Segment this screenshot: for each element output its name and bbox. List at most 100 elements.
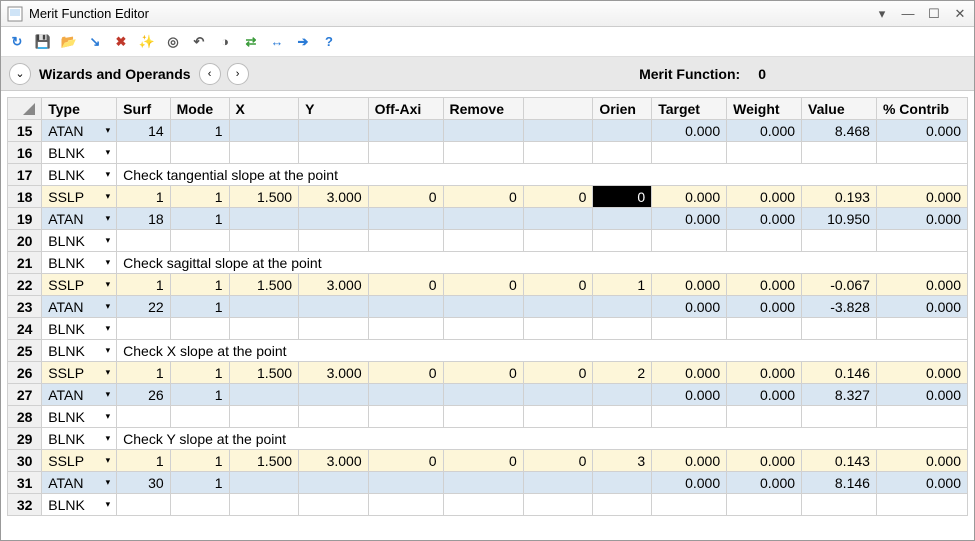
cell[interactable] xyxy=(443,472,523,494)
type-cell[interactable]: BLNK▾ xyxy=(42,494,117,516)
cell[interactable]: 2 xyxy=(593,362,652,384)
type-cell[interactable]: BLNK▾ xyxy=(42,340,117,362)
back-icon[interactable]: ↶ xyxy=(189,32,209,52)
cell[interactable] xyxy=(299,296,369,318)
chevron-down-icon[interactable]: ▾ xyxy=(106,477,111,488)
cell[interactable] xyxy=(368,494,443,516)
cell[interactable] xyxy=(876,230,967,252)
cell[interactable]: 0.000 xyxy=(727,384,802,406)
row-number[interactable]: 32 xyxy=(8,494,42,516)
cell[interactable]: 0 xyxy=(523,450,593,472)
cell[interactable] xyxy=(443,406,523,428)
cell[interactable]: 0.000 xyxy=(727,274,802,296)
cell[interactable]: 1 xyxy=(593,274,652,296)
cell[interactable] xyxy=(117,142,171,164)
cell[interactable] xyxy=(299,472,369,494)
cell[interactable] xyxy=(299,142,369,164)
cell[interactable]: 1 xyxy=(170,186,229,208)
type-cell[interactable]: SSLP▾ xyxy=(42,450,117,472)
cell[interactable] xyxy=(368,208,443,230)
cell[interactable] xyxy=(229,230,299,252)
chevron-down-icon[interactable]: ▾ xyxy=(106,235,111,246)
cell[interactable] xyxy=(229,406,299,428)
delete-icon[interactable]: ✖ xyxy=(111,32,131,52)
cell[interactable] xyxy=(652,230,727,252)
cell[interactable]: 1.500 xyxy=(229,186,299,208)
column-header[interactable]: Target xyxy=(652,98,727,120)
cell[interactable]: 0.000 xyxy=(876,472,967,494)
cell[interactable] xyxy=(229,208,299,230)
cell[interactable] xyxy=(593,406,652,428)
cell[interactable] xyxy=(593,494,652,516)
cell[interactable]: 1 xyxy=(117,186,171,208)
cell[interactable]: 0 xyxy=(368,362,443,384)
row-number[interactable]: 26 xyxy=(8,362,42,384)
cell[interactable] xyxy=(523,142,593,164)
cell[interactable]: 0.000 xyxy=(652,186,727,208)
cell[interactable] xyxy=(170,230,229,252)
cell[interactable] xyxy=(117,318,171,340)
collapse-button[interactable]: ⌄ xyxy=(9,63,31,85)
row-number[interactable]: 21 xyxy=(8,252,42,274)
cell[interactable] xyxy=(229,296,299,318)
chevron-down-icon[interactable]: ▾ xyxy=(106,433,111,444)
cell[interactable]: 0.000 xyxy=(876,120,967,142)
comment-cell[interactable]: Check sagittal slope at the point xyxy=(117,252,968,274)
cell[interactable]: 0 xyxy=(443,186,523,208)
cell[interactable] xyxy=(170,494,229,516)
cell[interactable] xyxy=(802,494,877,516)
cell[interactable]: 1 xyxy=(117,274,171,296)
cell[interactable] xyxy=(802,318,877,340)
cell[interactable]: 0.000 xyxy=(652,362,727,384)
cell[interactable]: 0 xyxy=(523,274,593,296)
type-cell[interactable]: BLNK▾ xyxy=(42,142,117,164)
cell[interactable]: 1 xyxy=(170,362,229,384)
column-header[interactable]: Orien xyxy=(593,98,652,120)
column-header[interactable]: X xyxy=(229,98,299,120)
cell[interactable] xyxy=(802,142,877,164)
row-number[interactable]: 31 xyxy=(8,472,42,494)
cell[interactable] xyxy=(229,120,299,142)
row-number[interactable]: 16 xyxy=(8,142,42,164)
type-cell[interactable]: SSLP▾ xyxy=(42,274,117,296)
cell[interactable]: 0.000 xyxy=(876,296,967,318)
chevron-down-icon[interactable]: ▾ xyxy=(106,301,111,312)
chevron-down-icon[interactable]: ▾ xyxy=(106,147,111,158)
column-header[interactable]: Y xyxy=(299,98,369,120)
cell[interactable]: 30 xyxy=(117,472,171,494)
cell[interactable]: 18 xyxy=(117,208,171,230)
help-icon[interactable]: ? xyxy=(319,32,339,52)
cell[interactable] xyxy=(117,406,171,428)
cell[interactable] xyxy=(652,318,727,340)
link-icon[interactable]: ↔ xyxy=(267,32,287,52)
row-number[interactable]: 19 xyxy=(8,208,42,230)
cell[interactable] xyxy=(802,230,877,252)
cell[interactable]: 0.000 xyxy=(652,208,727,230)
cell[interactable]: 0 xyxy=(368,274,443,296)
cell[interactable] xyxy=(593,296,652,318)
cell[interactable] xyxy=(523,384,593,406)
comment-cell[interactable]: Check tangential slope at the point xyxy=(117,164,968,186)
cell[interactable] xyxy=(523,230,593,252)
cell[interactable]: 0.000 xyxy=(727,472,802,494)
cell[interactable] xyxy=(523,296,593,318)
cell[interactable]: 0.000 xyxy=(652,384,727,406)
cell[interactable] xyxy=(876,406,967,428)
cell[interactable] xyxy=(523,406,593,428)
row-number[interactable]: 23 xyxy=(8,296,42,318)
type-cell[interactable]: ATAN▾ xyxy=(42,472,117,494)
cell[interactable] xyxy=(299,208,369,230)
cell[interactable] xyxy=(368,318,443,340)
cell[interactable] xyxy=(368,472,443,494)
cell[interactable]: 1.500 xyxy=(229,274,299,296)
cell[interactable] xyxy=(299,384,369,406)
cell[interactable] xyxy=(523,208,593,230)
chevron-down-icon[interactable]: ▾ xyxy=(106,169,111,180)
type-cell[interactable]: BLNK▾ xyxy=(42,252,117,274)
cell[interactable] xyxy=(593,318,652,340)
dropdown-icon[interactable]: ▾ xyxy=(874,6,890,22)
cell[interactable]: 0.000 xyxy=(727,362,802,384)
column-header[interactable]: Type xyxy=(42,98,117,120)
cell[interactable]: 0.000 xyxy=(876,384,967,406)
chevron-down-icon[interactable]: ▾ xyxy=(106,213,111,224)
